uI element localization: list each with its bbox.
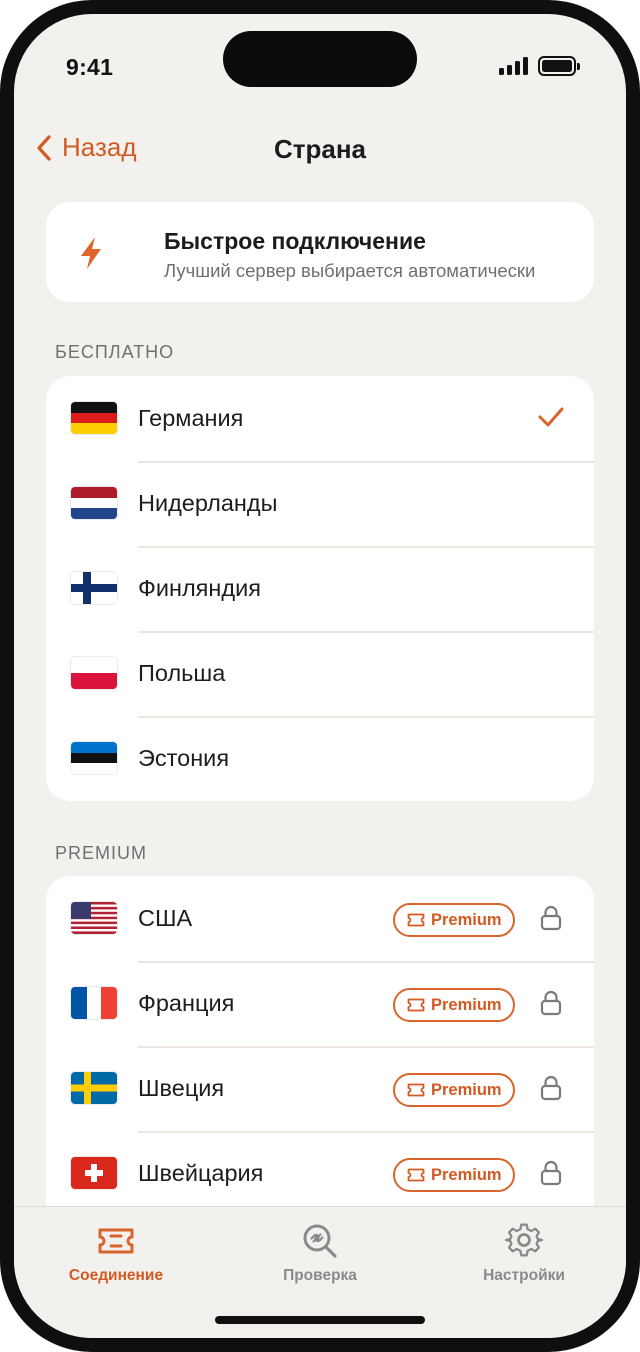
- flag-finland-icon: [71, 572, 117, 604]
- page-title: Страна: [273, 134, 366, 164]
- ticket-icon: [407, 998, 425, 1012]
- lock-icon: [540, 1075, 562, 1101]
- flag-sweden-icon: [71, 1072, 117, 1104]
- ticket-icon: [407, 1168, 425, 1182]
- quick-connect-title: Быстрое подключение: [164, 228, 426, 254]
- flag-poland-icon: [71, 657, 117, 689]
- premium-badge-label: Premium: [431, 995, 502, 1014]
- flag-estonia-icon: [71, 742, 117, 774]
- ticket-icon: [407, 1083, 425, 1097]
- ticket-icon: [407, 913, 425, 927]
- home-indicator: [215, 1316, 425, 1324]
- tab-label: Настройки: [483, 1267, 565, 1284]
- free-countries-list: Германия Нидерланды Финляндия Польша Эст…: [46, 376, 594, 801]
- country-row-france[interactable]: Франция Premium: [46, 961, 594, 1046]
- premium-badge-label: Premium: [431, 1080, 502, 1099]
- premium-badge[interactable]: Premium: [393, 988, 515, 1022]
- premium-countries-list: США Premium Франция Premium Швеция Premi…: [46, 876, 594, 1216]
- country-row-estonia[interactable]: Эстония: [46, 716, 594, 801]
- magnifier-link-icon: [303, 1224, 337, 1258]
- flag-france-icon: [71, 987, 117, 1019]
- device-frame: 9:41 Назад Страна Быстрое подключение Лу…: [0, 0, 640, 1352]
- premium-badge[interactable]: Premium: [393, 1158, 515, 1192]
- country-name: Нидерланды: [138, 490, 278, 516]
- checkmark-icon: [538, 407, 564, 427]
- premium-badge-label: Premium: [431, 1165, 502, 1184]
- free-section-label: БЕСПЛАТНО: [55, 342, 175, 362]
- country-row-netherlands[interactable]: Нидерланды: [46, 461, 594, 546]
- cellular-signal-icon: [499, 57, 528, 75]
- lock-icon: [540, 1160, 562, 1186]
- country-name: Германия: [138, 405, 244, 431]
- lock-icon: [540, 990, 562, 1016]
- country-row-switzerland[interactable]: Швейцария Premium: [46, 1131, 594, 1216]
- tab-label: Соединение: [68, 1267, 164, 1284]
- country-name: Эстония: [138, 745, 230, 771]
- flag-usa-icon: [71, 902, 117, 934]
- premium-badge[interactable]: Premium: [393, 903, 515, 937]
- premium-badge-label: Premium: [431, 910, 502, 929]
- country-name: Франция: [138, 990, 235, 1016]
- flag-netherlands-icon: [71, 487, 117, 519]
- flag-switzerland-icon: [71, 1157, 117, 1189]
- ticket-icon: [98, 1228, 134, 1254]
- quick-connect-subtitle: Лучший сервер выбирается автоматически: [164, 260, 536, 281]
- country-name: Швейцария: [138, 1160, 264, 1186]
- app-screen: 9:41 Назад Страна Быстрое подключение Лу…: [14, 14, 626, 1338]
- tab-label: Проверка: [283, 1267, 357, 1284]
- premium-badge[interactable]: Premium: [393, 1073, 515, 1107]
- lightning-bolt-icon: [81, 237, 101, 269]
- country-row-germany[interactable]: Германия: [46, 376, 594, 461]
- tab-check[interactable]: Проверка: [250, 1221, 390, 1285]
- battery-full-icon: [538, 56, 580, 76]
- country-name: Швеция: [138, 1075, 225, 1101]
- status-time: 9:41: [66, 54, 114, 80]
- dynamic-island: [223, 31, 417, 87]
- lock-icon: [540, 905, 562, 931]
- flag-germany-icon: [71, 402, 117, 434]
- status-indicators: [499, 56, 580, 76]
- country-row-finland[interactable]: Финляндия: [46, 546, 594, 631]
- country-row-sweden[interactable]: Швеция Premium: [46, 1046, 594, 1131]
- country-name: Польша: [138, 660, 226, 686]
- quick-connect-card[interactable]: Быстрое подключение Лучший сервер выбира…: [46, 202, 594, 302]
- tab-settings[interactable]: Настройки: [454, 1221, 594, 1285]
- tab-connection[interactable]: Соединение: [46, 1221, 186, 1285]
- premium-section-label: PREMIUM: [55, 843, 147, 863]
- country-name: Финляндия: [138, 575, 261, 601]
- country-name: США: [138, 905, 193, 931]
- gear-icon: [504, 1223, 544, 1257]
- country-row-usa[interactable]: США Premium: [46, 876, 594, 961]
- country-row-poland[interactable]: Польша: [46, 631, 594, 716]
